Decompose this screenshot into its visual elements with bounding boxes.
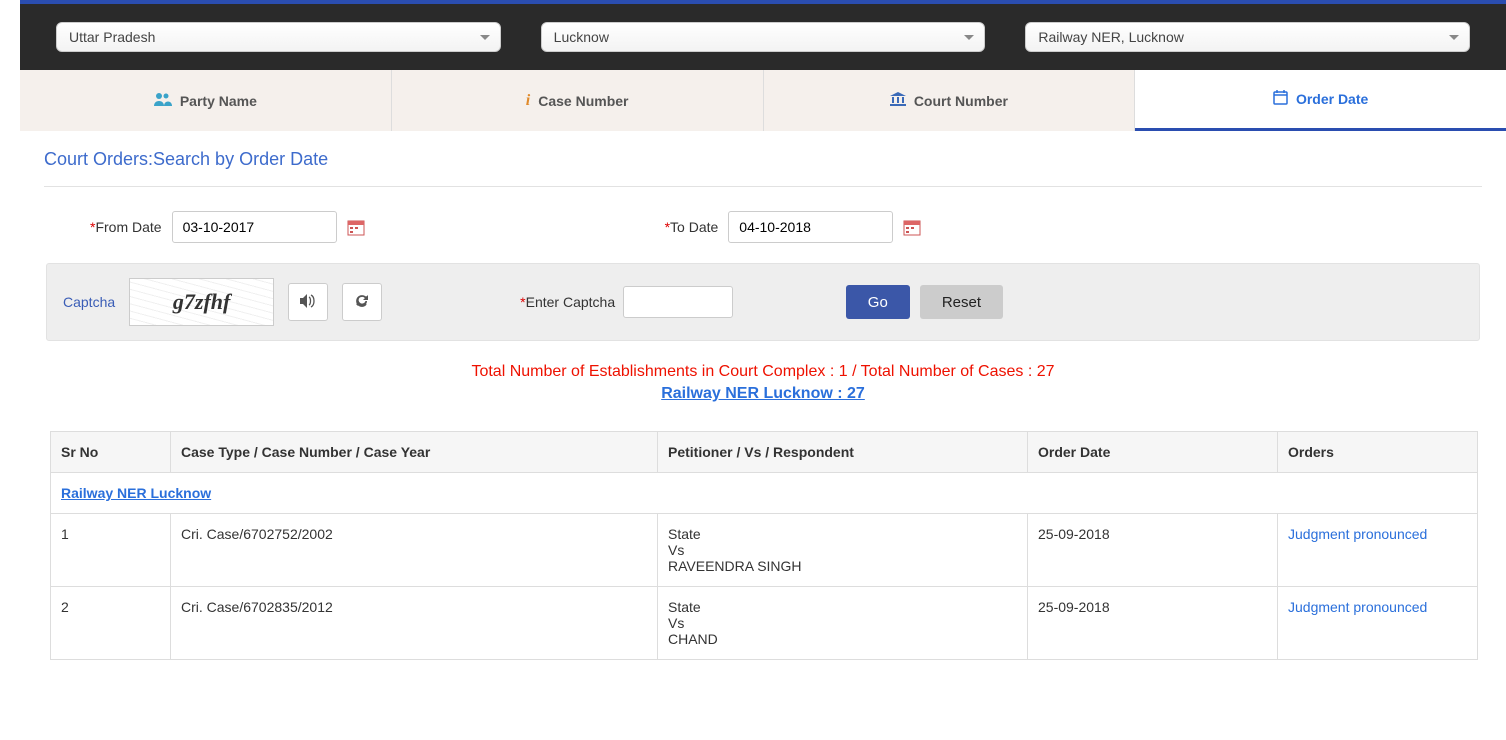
info-icon: i — [526, 92, 530, 110]
cell-case: Cri. Case/6702835/2012 — [171, 587, 658, 660]
speaker-icon — [300, 294, 316, 311]
to-date-label: To Date — [670, 219, 718, 235]
to-date-calendar-icon[interactable] — [903, 218, 921, 236]
establishments-count: 1 — [839, 363, 848, 380]
cell-date: 25-09-2018 — [1028, 514, 1278, 587]
reset-button[interactable]: Reset — [920, 285, 1003, 319]
filter-bar: Uttar Pradesh Lucknow Railway NER, Luckn… — [20, 4, 1506, 70]
search-tabs: Party Name i Case Number Court Number Or… — [20, 70, 1506, 131]
tab-case-label: Case Number — [538, 93, 628, 109]
cell-date: 25-09-2018 — [1028, 587, 1278, 660]
summary-divider: / — [848, 363, 857, 380]
establishments-prefix: Total Number of Establishments in Court … — [471, 363, 838, 380]
cases-count: 27 — [1037, 363, 1055, 380]
go-button[interactable]: Go — [846, 285, 910, 319]
tab-party-name[interactable]: Party Name — [20, 70, 392, 131]
order-link[interactable]: Judgment pronounced — [1288, 599, 1427, 615]
date-filter-row: *From Date *To Date — [44, 187, 1482, 263]
to-date-input[interactable] — [728, 211, 893, 243]
tab-order-date[interactable]: Order Date — [1135, 70, 1506, 131]
cases-prefix: Total Number of Cases : — [857, 363, 1037, 380]
city-dropdown[interactable]: Lucknow — [541, 22, 986, 52]
captcha-refresh-button[interactable] — [342, 283, 382, 321]
from-date-label: From Date — [95, 219, 161, 235]
captcha-row: Captcha g7zfhf *Enter Captcha Go Reset — [46, 263, 1480, 341]
cell-srno: 2 — [51, 587, 171, 660]
state-dropdown[interactable]: Uttar Pradesh — [56, 22, 501, 52]
col-date: Order Date — [1028, 432, 1278, 473]
city-value: Lucknow — [554, 29, 609, 45]
results-summary: Total Number of Establishments in Court … — [44, 341, 1482, 413]
col-parties: Petitioner / Vs / Respondent — [658, 432, 1028, 473]
captcha-image: g7zfhf — [129, 278, 274, 326]
users-icon — [154, 92, 172, 109]
state-value: Uttar Pradesh — [69, 29, 155, 45]
from-date-calendar-icon[interactable] — [347, 218, 365, 236]
col-case: Case Type / Case Number / Case Year — [171, 432, 658, 473]
establishment-link[interactable]: Railway NER Lucknow : 27 — [661, 385, 865, 402]
section-title: Court Orders:Search by Order Date — [44, 149, 1482, 187]
table-row: 2Cri. Case/6702835/2012State Vs CHAND25-… — [51, 587, 1478, 660]
cell-parties: State Vs RAVEENDRA SINGH — [658, 514, 1028, 587]
cell-parties: State Vs CHAND — [658, 587, 1028, 660]
enter-captcha-label: Enter Captcha — [526, 294, 616, 310]
col-orders: Orders — [1278, 432, 1478, 473]
tab-case-number[interactable]: i Case Number — [392, 70, 764, 131]
cell-case: Cri. Case/6702752/2002 — [171, 514, 658, 587]
captcha-audio-button[interactable] — [288, 283, 328, 321]
court-icon — [890, 92, 906, 109]
table-row: 1Cri. Case/6702752/2002State Vs RAVEENDR… — [51, 514, 1478, 587]
complex-dropdown[interactable]: Railway NER, Lucknow — [1025, 22, 1470, 52]
tab-court-label: Court Number — [914, 93, 1008, 109]
refresh-icon — [354, 293, 370, 312]
order-link[interactable]: Judgment pronounced — [1288, 526, 1427, 542]
col-srno: Sr No — [51, 432, 171, 473]
complex-value: Railway NER, Lucknow — [1038, 29, 1184, 45]
calendar-icon — [1273, 90, 1288, 108]
tab-court-number[interactable]: Court Number — [764, 70, 1136, 131]
results-table: Sr No Case Type / Case Number / Case Yea… — [50, 431, 1478, 660]
captcha-input[interactable] — [623, 286, 733, 318]
from-date-input[interactable] — [172, 211, 337, 243]
tab-order-label: Order Date — [1296, 91, 1368, 107]
captcha-label: Captcha — [63, 294, 115, 310]
cell-srno: 1 — [51, 514, 171, 587]
table-group-link[interactable]: Railway NER Lucknow — [61, 485, 211, 501]
tab-party-label: Party Name — [180, 93, 257, 109]
